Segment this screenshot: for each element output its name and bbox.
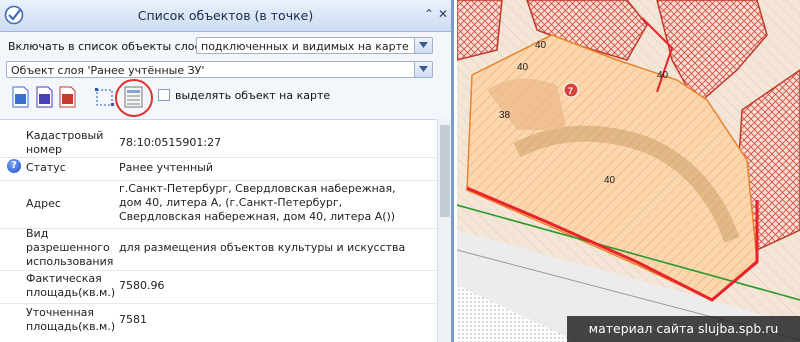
help-icon[interactable]: ? bbox=[7, 159, 21, 173]
property-row: Адрес г.Санкт-Петербург, Свердловская на… bbox=[0, 180, 436, 229]
property-row: Уточненная площадь(кв.м.) 7581 bbox=[0, 303, 436, 342]
watermark: материал сайта slujba.spb.ru bbox=[567, 316, 800, 342]
property-key: Статус bbox=[26, 161, 66, 174]
properties-grid: Кадастровый номер 78:10:0515901:27 Стату… bbox=[0, 119, 436, 342]
map-canvas[interactable]: 40 40 40 38 40 7 bbox=[457, 0, 800, 342]
layer-filter-select[interactable]: подключенных и видимых на карте bbox=[196, 37, 433, 54]
scrollbar-thumb[interactable] bbox=[440, 125, 450, 217]
layer-filter-value: подключенных и видимых на карте bbox=[201, 40, 409, 53]
highlight-label: выделять объект на карте bbox=[175, 89, 331, 102]
properties-scrollbar[interactable] bbox=[437, 119, 451, 342]
property-key: Вид разрешенного использования bbox=[26, 227, 114, 268]
object-select[interactable]: Объект слоя 'Ранее учтённые ЗУ' bbox=[6, 61, 433, 78]
property-key: Кадастровый номер bbox=[26, 129, 104, 156]
property-row: Вид разрешенного использования для разме… bbox=[0, 227, 436, 271]
doc-red-icon[interactable] bbox=[58, 86, 77, 108]
chevron-down-icon[interactable] bbox=[414, 38, 432, 53]
map-label: 40 bbox=[535, 40, 547, 51]
panel-titlebar: Список объектов (в точке) ⌃ ✕ bbox=[0, 0, 451, 32]
highlight-checkbox[interactable] bbox=[158, 89, 170, 101]
panel-title: Список объектов (в точке) bbox=[137, 8, 314, 23]
map-label: 40 bbox=[604, 175, 616, 186]
object-select-value: Объект слоя 'Ранее учтённые ЗУ' bbox=[11, 64, 205, 77]
close-icon[interactable]: ✕ bbox=[438, 7, 448, 21]
map-label: 40 bbox=[657, 70, 669, 81]
property-key: Фактическая площадь(кв.м.) bbox=[26, 272, 116, 299]
table-list-icon[interactable] bbox=[124, 86, 143, 108]
property-value: 7581 bbox=[119, 313, 147, 326]
property-row: Фактическая площадь(кв.м.) 7580.96 bbox=[0, 270, 436, 304]
property-key: Адрес bbox=[26, 197, 61, 210]
doc-purple-icon[interactable] bbox=[35, 86, 54, 108]
map-marker-label: 7 bbox=[568, 86, 573, 96]
property-row: Кадастровый номер 78:10:0515901:27 bbox=[0, 120, 436, 158]
property-value: Ранее учтенный bbox=[119, 161, 213, 174]
property-value: 78:10:0515901:27 bbox=[119, 136, 222, 149]
collapse-icon[interactable]: ⌃ bbox=[424, 7, 434, 21]
property-value: для размещения объектов культуры и искус… bbox=[119, 241, 406, 254]
map-label: 40 bbox=[517, 62, 529, 73]
chevron-down-icon[interactable] bbox=[414, 62, 432, 77]
layer-filter-label: Включать в список объекты слоев: bbox=[8, 40, 212, 53]
property-key: Уточненная площадь(кв.м.) bbox=[26, 306, 116, 333]
map-view[interactable]: 40 40 40 38 40 7 bbox=[457, 0, 800, 342]
objects-panel: Список объектов (в точке) ⌃ ✕ Включать в… bbox=[0, 0, 454, 342]
property-value: г.Санкт-Петербург, Свердловская набережн… bbox=[119, 182, 396, 223]
doc-blue-icon[interactable] bbox=[11, 86, 30, 108]
map-label: 38 bbox=[499, 110, 511, 121]
property-row: Статус Ранее учтенный bbox=[0, 157, 436, 181]
select-frame-icon[interactable] bbox=[95, 86, 114, 108]
property-value: 7580.96 bbox=[119, 279, 165, 292]
